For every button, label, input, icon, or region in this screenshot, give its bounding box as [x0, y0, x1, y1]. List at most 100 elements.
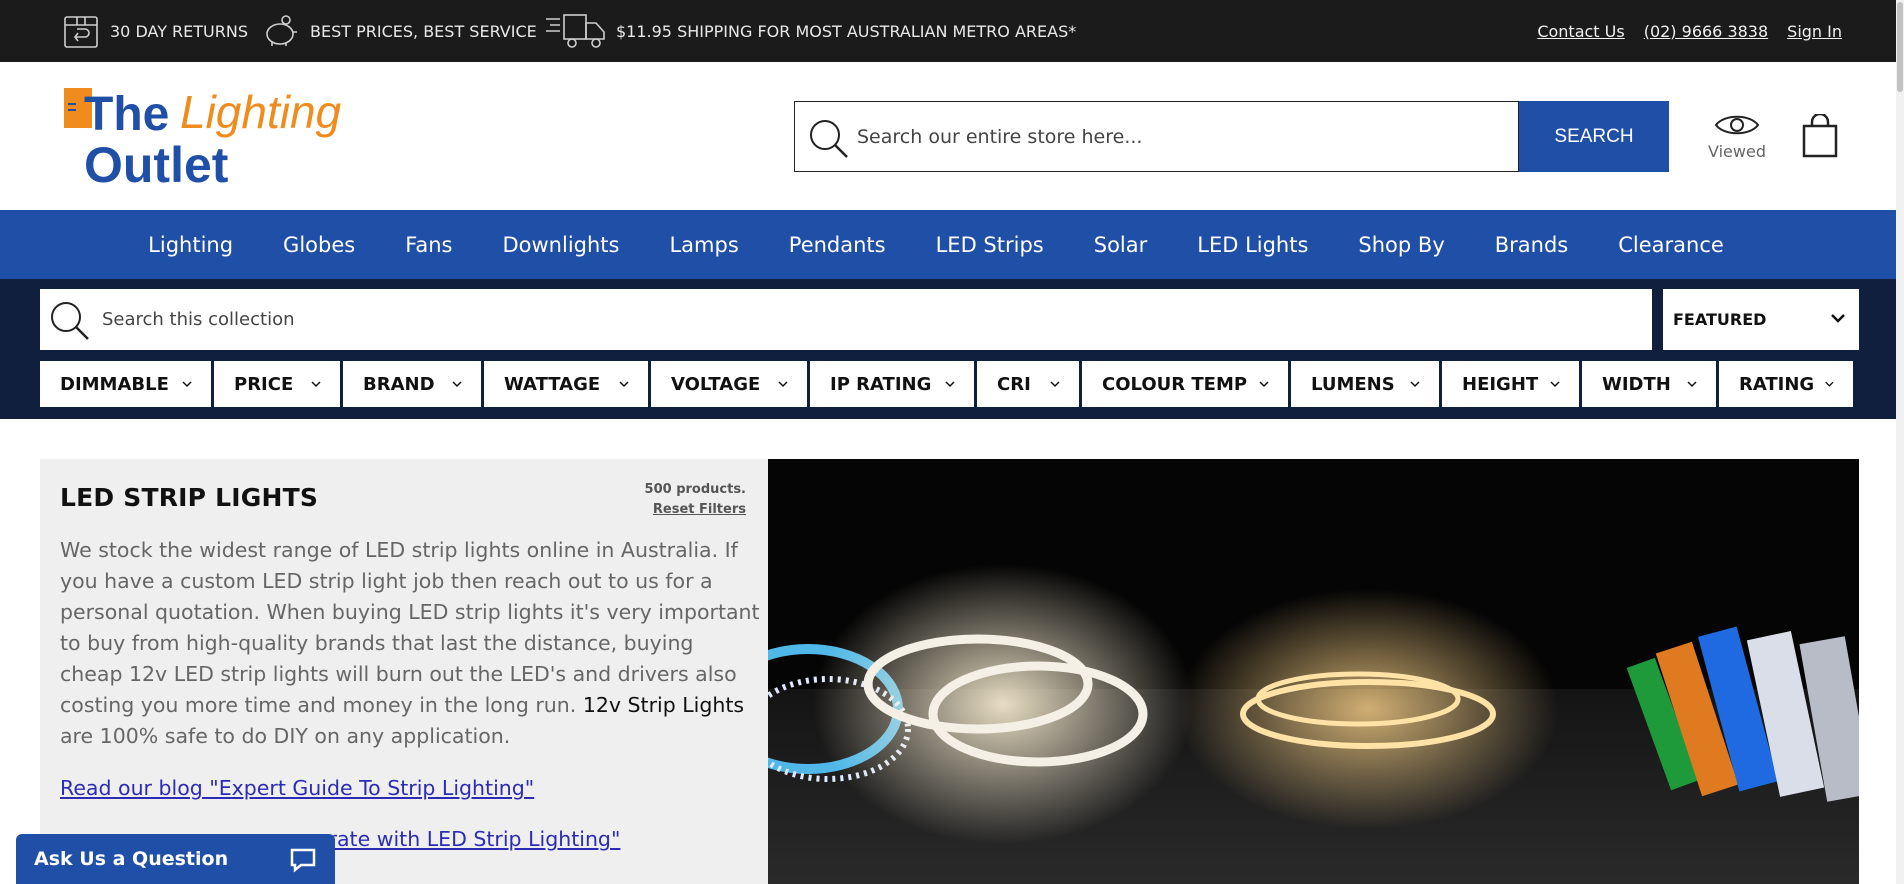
- contact-us-link[interactable]: Contact Us: [1537, 22, 1624, 41]
- collection-banner-image: [768, 459, 1859, 884]
- nav-item-downlights[interactable]: Downlights: [477, 233, 644, 257]
- nav-item-led-lights[interactable]: LED Lights: [1172, 233, 1333, 257]
- chevron-down-icon: [311, 381, 321, 388]
- collection-description: We stock the widest range of LED strip l…: [60, 535, 760, 752]
- nav-item-shop-by[interactable]: Shop By: [1333, 233, 1469, 257]
- store-search-field[interactable]: Search our entire store here...: [794, 101, 1519, 172]
- nav-item-lighting[interactable]: Lighting: [123, 233, 258, 257]
- viewed-label: Viewed: [1708, 142, 1766, 161]
- filter-label: WATTAGE: [504, 373, 601, 395]
- chevron-down-icon: [1259, 381, 1269, 388]
- ask-question-button[interactable]: Ask Us a Question: [16, 834, 335, 884]
- filter-label: RATING: [1739, 373, 1815, 395]
- filter-label: PRICE: [234, 373, 294, 395]
- search-button[interactable]: SEARCH: [1519, 101, 1669, 172]
- promo-shipping-text: $11.95 SHIPPING FOR MOST AUSTRALIAN METR…: [616, 21, 1077, 41]
- promo-prices: BEST PRICES, BEST SERVICE: [262, 0, 537, 62]
- promo-returns-text: 30 DAY RETURNS: [110, 21, 248, 41]
- filter-width[interactable]: WIDTH: [1582, 361, 1716, 407]
- nav-item-clearance[interactable]: Clearance: [1593, 233, 1749, 257]
- filter-voltage[interactable]: VOLTAGE: [651, 361, 807, 407]
- scrollbar-thumb[interactable]: [1897, 2, 1903, 92]
- logo-the: The: [84, 88, 169, 141]
- filter-dimmable[interactable]: DIMMABLE: [40, 361, 211, 407]
- filter-wattage[interactable]: WATTAGE: [484, 361, 648, 407]
- logo-lighting: Lighting: [180, 86, 342, 138]
- site-header: The Lighting Outlet Search our entire st…: [0, 62, 1904, 210]
- filter-label: WIDTH: [1602, 373, 1671, 395]
- chevron-down-icon: [778, 381, 788, 388]
- filter-label: BRAND: [363, 373, 435, 395]
- logo-outlet: Outlet: [84, 137, 229, 188]
- chat-bubble-icon: [290, 848, 316, 873]
- chevron-down-icon: [1410, 381, 1420, 388]
- nav-item-pendants[interactable]: Pendants: [764, 233, 911, 257]
- blog-link-decorate[interactable]: orate with LED Strip Lighting": [316, 827, 620, 851]
- chevron-down-icon: [1825, 381, 1834, 387]
- filter-brand[interactable]: BRAND: [343, 361, 481, 407]
- filter-label: LUMENS: [1311, 373, 1395, 395]
- piggy-bank-icon: [266, 15, 297, 46]
- filter-label: DIMMABLE: [60, 373, 169, 395]
- filter-price[interactable]: PRICE: [214, 361, 340, 407]
- reset-filters-link[interactable]: Reset Filters: [645, 500, 746, 520]
- chevron-down-icon: [945, 381, 955, 388]
- chevron-down-icon: [452, 381, 462, 388]
- filter-cri[interactable]: CRI: [977, 361, 1079, 407]
- search-icon: [810, 120, 848, 158]
- store-search-placeholder: Search our entire store here...: [857, 126, 1143, 148]
- chevron-down-icon: [619, 381, 629, 388]
- shopping-bag-icon[interactable]: [1800, 114, 1840, 158]
- sort-select[interactable]: FEATURED: [1663, 289, 1859, 350]
- filter-bar: DIMMABLE PRICE BRAND WATTAGE VOLTAGE IP …: [40, 361, 1853, 407]
- filter-lumens[interactable]: LUMENS: [1291, 361, 1439, 407]
- recently-viewed-button[interactable]: Viewed: [1706, 112, 1768, 161]
- promo-prices-text: BEST PRICES, BEST SERVICE: [310, 21, 537, 41]
- filter-height[interactable]: HEIGHT: [1442, 361, 1579, 407]
- page-title: LED STRIP LIGHTS: [60, 483, 319, 512]
- collection-search-field[interactable]: Search this collection: [40, 289, 1652, 350]
- chevron-down-icon: [1550, 381, 1560, 388]
- delivery-truck-icon: [546, 14, 605, 48]
- nav-item-globes[interactable]: Globes: [258, 233, 380, 257]
- returns-box-icon: [64, 16, 98, 48]
- chevron-down-icon: [1050, 381, 1060, 388]
- promo-returns: 30 DAY RETURNS: [62, 0, 248, 62]
- nav-item-led-strips[interactable]: LED Strips: [911, 233, 1069, 257]
- filter-ip-rating[interactable]: IP RATING: [810, 361, 974, 407]
- nav-item-brands[interactable]: Brands: [1470, 233, 1594, 257]
- phone-link[interactable]: (02) 9666 3838: [1644, 22, 1768, 41]
- strip-lights-link[interactable]: 12v Strip Lights: [583, 693, 744, 717]
- nav-item-lamps[interactable]: Lamps: [644, 233, 763, 257]
- collection-toolbar: Search this collection FEATURED DIMMABLE…: [0, 279, 1904, 419]
- chevron-down-icon: [1687, 381, 1697, 388]
- product-count: 500 products.: [644, 482, 746, 497]
- top-bar: 30 DAY RETURNS BEST PRICES, BEST SERVICE…: [0, 0, 1904, 62]
- search-icon: [51, 302, 89, 340]
- site-logo[interactable]: The Lighting Outlet: [62, 84, 382, 188]
- top-links: Contact Us (02) 9666 3838 Sign In: [1537, 0, 1842, 62]
- nav-item-solar[interactable]: Solar: [1069, 233, 1173, 257]
- filter-label: HEIGHT: [1462, 373, 1539, 395]
- description-text-end: are 100% safe to do DIY on any applicati…: [60, 724, 511, 748]
- chevron-down-icon: [182, 381, 192, 388]
- filter-label: COLOUR TEMP: [1102, 373, 1248, 395]
- page-scrollbar[interactable]: [1896, 0, 1904, 884]
- filter-label: CRI: [997, 373, 1031, 395]
- main-navigation: Lighting Globes Fans Downlights Lamps Pe…: [0, 210, 1904, 279]
- product-count-box: 500 products. Reset Filters: [645, 480, 746, 520]
- filter-rating[interactable]: RATING: [1719, 361, 1853, 407]
- collection-search-placeholder: Search this collection: [102, 309, 295, 330]
- description-text: We stock the widest range of LED strip l…: [60, 538, 760, 717]
- led-strips-photo: [768, 459, 1859, 884]
- filter-label: IP RATING: [830, 373, 932, 395]
- nav-item-fans[interactable]: Fans: [380, 233, 477, 257]
- eye-icon: [1714, 115, 1760, 135]
- filter-colour-temp[interactable]: COLOUR TEMP: [1082, 361, 1288, 407]
- sort-value: FEATURED: [1673, 310, 1767, 329]
- chevron-down-icon: [1831, 314, 1845, 323]
- filter-label: VOLTAGE: [671, 373, 761, 395]
- blog-link-strip-guide[interactable]: Read our blog "Expert Guide To Strip Lig…: [60, 776, 534, 800]
- sign-in-link[interactable]: Sign In: [1787, 22, 1842, 41]
- collection-info-panel: LED STRIP LIGHTS 500 products. Reset Fil…: [40, 459, 768, 884]
